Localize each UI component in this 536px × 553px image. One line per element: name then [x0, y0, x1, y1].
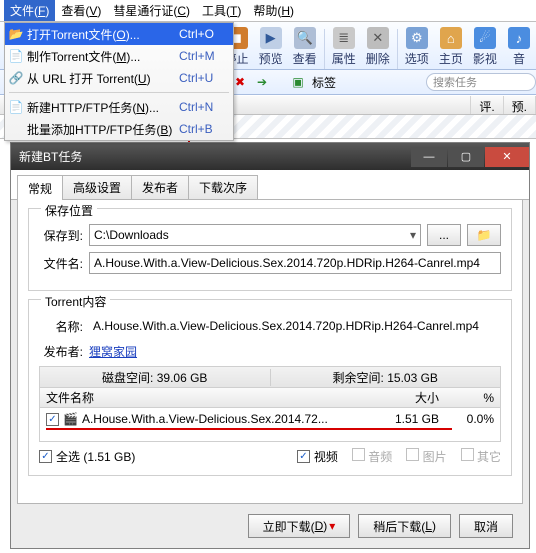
toolbtn-delete[interactable]: ✕删除 — [361, 27, 395, 69]
group-torrent-title: Torrent内容 — [41, 293, 110, 310]
link-icon: 🔗 — [5, 67, 27, 89]
tab-strip: 常规 高级设置 发布者 下载次序 — [11, 170, 529, 200]
file-header: 文件名称 大小 % — [39, 388, 501, 408]
music-icon: ♪ — [508, 27, 530, 49]
menubar: 文件(F) 查看(V) 彗星通行证(C) 工具(T) 帮助(H) — [0, 0, 536, 22]
annotation-underline — [46, 428, 452, 430]
open-folder-button[interactable]: 📁 — [467, 224, 501, 246]
delete-icon: ✕ — [367, 27, 389, 49]
find-icon: 🔍 — [294, 27, 316, 49]
toolbtn-preview[interactable]: ▶预览 — [254, 27, 288, 69]
filter-audio-label: 音频 — [368, 450, 392, 464]
file-row[interactable]: ✓🎬A.House.With.a.View-Delicious.Sex.2014… — [46, 412, 494, 426]
arrow-marker-icon: ▾ — [329, 519, 335, 533]
new-bt-task-dialog: 新建BT任务 — ▢ ✕ 常规 高级设置 发布者 下载次序 保存位置 保存到: … — [10, 142, 530, 549]
filter-audio-checkbox[interactable] — [352, 448, 365, 461]
selectall-checkbox[interactable]: ✓ — [39, 450, 52, 463]
menu-help[interactable]: 帮助(H) — [247, 0, 300, 21]
cancel-button[interactable]: 取消 — [459, 514, 513, 538]
tab-publisher[interactable]: 发布者 — [131, 175, 189, 199]
menu-pass[interactable]: 彗星通行证(C) — [107, 0, 196, 21]
menu-tools[interactable]: 工具(T) — [196, 0, 247, 21]
filter-image-checkbox[interactable] — [406, 448, 419, 461]
group-torrent-content: Torrent内容 名称: A.House.With.a.View-Delici… — [28, 299, 512, 476]
filter-video-checkbox[interactable]: ✓ — [297, 450, 310, 463]
filter-image-label: 图片 — [423, 450, 447, 464]
menu-view[interactable]: 查看(V) — [55, 0, 107, 21]
search-input[interactable]: 搜索任务 — [426, 73, 536, 91]
toolbtn-music[interactable]: ♪音 — [502, 27, 536, 69]
gear-file-icon: 📄 — [5, 45, 27, 67]
group-save-location: 保存位置 保存到: C:\Downloads ... 📁 文件名: A.Hous… — [28, 208, 512, 291]
toolbtn-find[interactable]: 🔍查看 — [288, 27, 322, 69]
filter-video-label: 视频 — [314, 448, 338, 465]
tab-order[interactable]: 下载次序 — [188, 175, 258, 199]
folder-icon: 📂 — [5, 23, 27, 45]
filename-label: 文件名: — [39, 255, 83, 272]
save-to-combo[interactable]: C:\Downloads — [89, 224, 421, 246]
gear-icon: ⚙ — [406, 27, 428, 49]
menu-open-torrent[interactable]: 📂 打开Torrent文件(O)... Ctrl+O — [5, 23, 233, 45]
home-icon: ⌂ — [440, 27, 462, 49]
menu-batch-http[interactable]: 批量添加HTTP/FTP任务(B) Ctrl+B — [5, 118, 233, 140]
browse-button[interactable]: ... — [427, 224, 461, 246]
preview-icon: ▶ — [260, 27, 282, 49]
minimize-button[interactable]: — — [411, 147, 447, 167]
menu-separator — [9, 92, 229, 93]
tag-label: 标签 — [312, 74, 336, 91]
comet-icon: ☄ — [474, 27, 496, 49]
filter-other-label: 其它 — [477, 450, 501, 464]
tab-general[interactable]: 常规 — [17, 175, 63, 200]
menu-file[interactable]: 文件(F) — [4, 0, 55, 21]
toolbtn-props[interactable]: ≣属性 — [327, 27, 361, 69]
name-value: A.House.With.a.View-Delicious.Sex.2014.7… — [89, 315, 501, 337]
button-bar: 立即下载(D)▾ 稍后下载(L) 取消 — [11, 504, 529, 548]
go-icon[interactable]: ➔ — [254, 74, 270, 90]
tag-icon: ▣ — [290, 74, 306, 90]
toolbtn-media[interactable]: ☄影视 — [468, 27, 502, 69]
save-to-label: 保存到: — [39, 227, 83, 244]
toolbtn-home[interactable]: ⌂主页 — [434, 27, 468, 69]
file-checkbox[interactable]: ✓ — [46, 413, 59, 426]
menu-open-url[interactable]: 🔗 从 URL 打开 Torrent(U) Ctrl+U — [5, 67, 233, 89]
toolbtn-options[interactable]: ⚙选项 — [400, 27, 434, 69]
close-button[interactable]: ✕ — [485, 147, 529, 167]
download-now-button[interactable]: 立即下载(D)▾ — [248, 514, 351, 538]
x-icon[interactable]: ✖ — [232, 74, 248, 90]
titlebar[interactable]: 新建BT任务 — ▢ ✕ — [11, 143, 529, 170]
video-icon: 🎬 — [63, 412, 78, 426]
selectall-label: 全选 (1.51 GB) — [56, 448, 135, 465]
new-icon: 📄 — [5, 96, 27, 118]
menu-new-http[interactable]: 📄 新建HTTP/FTP任务(N)... Ctrl+N — [5, 96, 233, 118]
filter-other-checkbox[interactable] — [461, 448, 474, 461]
menu-make-torrent[interactable]: 📄 制作Torrent文件(M)... Ctrl+M — [5, 45, 233, 67]
listhdr-col1[interactable]: 评. — [471, 96, 503, 114]
file-menu-dropdown: 📂 打开Torrent文件(O)... Ctrl+O 📄 制作Torrent文件… — [4, 22, 234, 141]
folder-open-icon: 📁 — [477, 228, 492, 242]
group-save-title: 保存位置 — [41, 202, 97, 219]
publisher-label: 发布者: — [39, 343, 83, 360]
maximize-button[interactable]: ▢ — [448, 147, 484, 167]
disk-bar: 磁盘空间: 39.06 GB 剩余空间: 15.03 GB — [39, 366, 501, 388]
tab-advanced[interactable]: 高级设置 — [62, 175, 132, 199]
publisher-link[interactable]: 狸窝家园 — [89, 343, 137, 360]
props-icon: ≣ — [333, 27, 355, 49]
file-list: ✓🎬A.House.With.a.View-Delicious.Sex.2014… — [39, 408, 501, 442]
blank-icon — [5, 118, 27, 140]
dialog-title: 新建BT任务 — [19, 148, 82, 165]
download-later-button[interactable]: 稍后下载(L) — [358, 514, 451, 538]
listhdr-col2[interactable]: 预. — [504, 96, 536, 114]
name-label: 名称: — [39, 318, 83, 335]
filename-input[interactable]: A.House.With.a.View-Delicious.Sex.2014.7… — [89, 252, 501, 274]
